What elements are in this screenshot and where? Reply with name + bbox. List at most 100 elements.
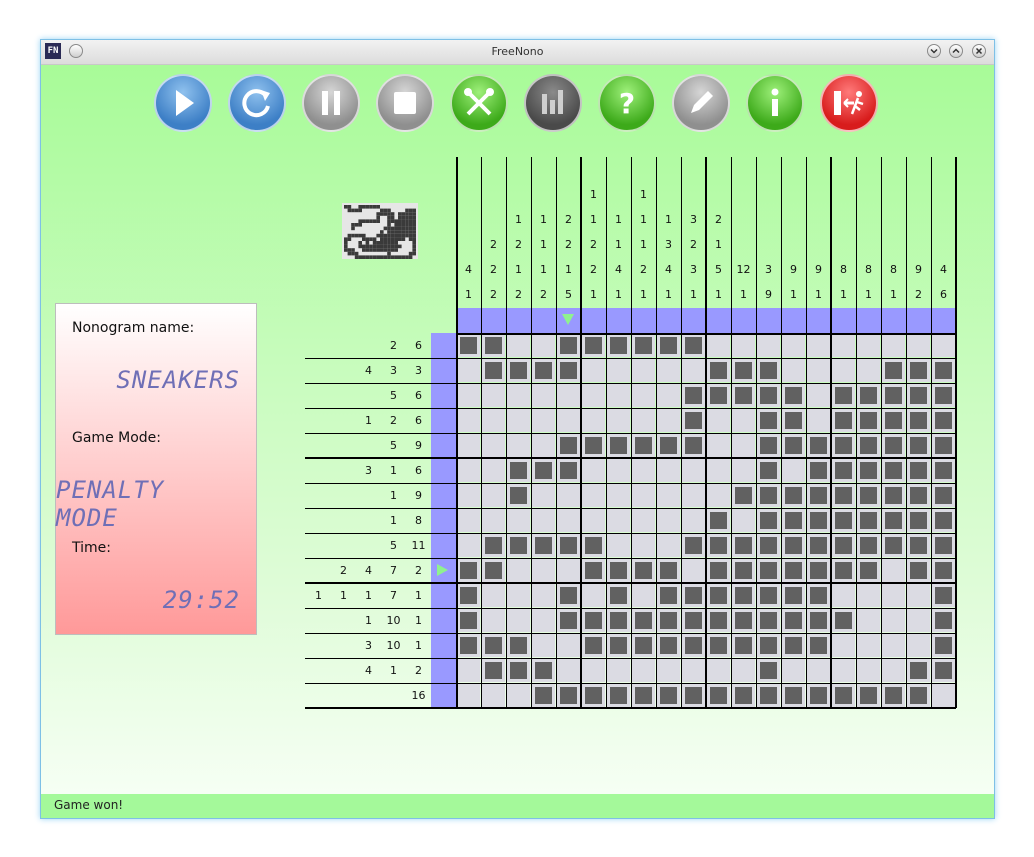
filled-cell[interactable] [457,334,480,357]
empty-cell[interactable] [682,659,705,682]
filled-cell[interactable] [732,384,755,407]
filled-cell[interactable] [682,409,705,432]
filled-cell[interactable] [582,534,605,557]
filled-cell[interactable] [457,559,480,582]
filled-cell[interactable] [682,634,705,657]
filled-cell[interactable] [757,559,780,582]
filled-cell[interactable] [732,534,755,557]
empty-cell[interactable] [832,359,855,382]
filled-cell[interactable] [682,609,705,632]
about-button[interactable] [746,74,804,132]
empty-cell[interactable] [907,334,930,357]
help-button[interactable]: ? [598,74,656,132]
empty-cell[interactable] [732,409,755,432]
filled-cell[interactable] [832,484,855,507]
filled-cell[interactable] [582,609,605,632]
empty-cell[interactable] [532,584,555,607]
filled-cell[interactable] [757,584,780,607]
empty-cell[interactable] [682,359,705,382]
filled-cell[interactable] [682,384,705,407]
filled-cell[interactable] [732,684,755,707]
empty-cell[interactable] [557,509,580,532]
filled-cell[interactable] [882,384,905,407]
filled-cell[interactable] [857,409,880,432]
maximize-button[interactable] [949,44,963,58]
filled-cell[interactable] [732,584,755,607]
filled-cell[interactable] [832,684,855,707]
filled-cell[interactable] [882,534,905,557]
empty-cell[interactable] [707,459,730,482]
filled-cell[interactable] [932,609,955,632]
empty-cell[interactable] [482,384,505,407]
empty-cell[interactable] [532,409,555,432]
filled-cell[interactable] [457,634,480,657]
empty-cell[interactable] [532,559,555,582]
filled-cell[interactable] [482,559,505,582]
filled-cell[interactable] [682,434,705,457]
filled-cell[interactable] [782,634,805,657]
empty-cell[interactable] [457,409,480,432]
filled-cell[interactable] [782,609,805,632]
filled-cell[interactable] [732,484,755,507]
filled-cell[interactable] [557,534,580,557]
empty-cell[interactable] [607,484,630,507]
empty-cell[interactable] [632,459,655,482]
empty-cell[interactable] [607,509,630,532]
empty-cell[interactable] [507,334,530,357]
filled-cell[interactable] [857,459,880,482]
empty-cell[interactable] [732,334,755,357]
filled-cell[interactable] [707,634,730,657]
filled-cell[interactable] [532,534,555,557]
empty-cell[interactable] [732,459,755,482]
empty-cell[interactable] [857,609,880,632]
empty-cell[interactable] [582,659,605,682]
filled-cell[interactable] [482,534,505,557]
filled-cell[interactable] [607,559,630,582]
empty-cell[interactable] [482,684,505,707]
empty-cell[interactable] [932,684,955,707]
statistics-button[interactable] [524,74,582,132]
filled-cell[interactable] [732,559,755,582]
filled-cell[interactable] [907,384,930,407]
empty-cell[interactable] [507,559,530,582]
filled-cell[interactable] [582,634,605,657]
filled-cell[interactable] [557,334,580,357]
filled-cell[interactable] [832,384,855,407]
empty-cell[interactable] [482,459,505,482]
empty-cell[interactable] [632,484,655,507]
filled-cell[interactable] [907,359,930,382]
empty-cell[interactable] [857,359,880,382]
filled-cell[interactable] [907,559,930,582]
filled-cell[interactable] [757,434,780,457]
empty-cell[interactable] [907,609,930,632]
filled-cell[interactable] [582,434,605,457]
filled-cell[interactable] [507,659,530,682]
empty-cell[interactable] [607,359,630,382]
filled-cell[interactable] [807,434,830,457]
empty-cell[interactable] [807,659,830,682]
filled-cell[interactable] [907,509,930,532]
empty-cell[interactable] [657,384,680,407]
filled-cell[interactable] [682,534,705,557]
filled-cell[interactable] [907,534,930,557]
stop-button[interactable] [376,74,434,132]
filled-cell[interactable] [657,634,680,657]
empty-cell[interactable] [507,384,530,407]
filled-cell[interactable] [732,609,755,632]
filled-cell[interactable] [607,434,630,457]
empty-cell[interactable] [557,559,580,582]
filled-cell[interactable] [507,534,530,557]
empty-cell[interactable] [482,609,505,632]
filled-cell[interactable] [757,684,780,707]
empty-cell[interactable] [832,584,855,607]
empty-cell[interactable] [782,359,805,382]
filled-cell[interactable] [882,359,905,382]
empty-cell[interactable] [582,359,605,382]
empty-cell[interactable] [632,584,655,607]
filled-cell[interactable] [782,534,805,557]
filled-cell[interactable] [557,609,580,632]
filled-cell[interactable] [682,334,705,357]
empty-cell[interactable] [682,459,705,482]
empty-cell[interactable] [657,509,680,532]
filled-cell[interactable] [532,684,555,707]
